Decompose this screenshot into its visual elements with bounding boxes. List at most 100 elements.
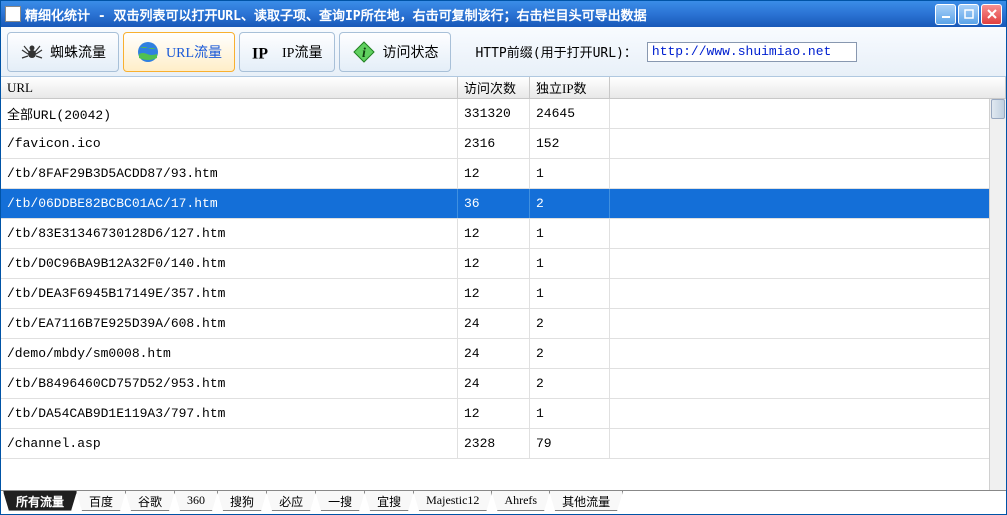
table-row[interactable]: /tb/DEA3F6945B17149E/357.htm121 <box>1 279 1006 309</box>
toolbar-tab-globe[interactable]: URL流量 <box>123 32 235 72</box>
table-row[interactable]: /tb/D0C96BA9B12A32F0/140.htm121 <box>1 249 1006 279</box>
spider-icon <box>20 40 44 64</box>
cell-url: /tb/D0C96BA9B12A32F0/140.htm <box>1 249 458 278</box>
column-header-url[interactable]: URL <box>1 77 458 98</box>
cell-ips: 1 <box>530 249 610 278</box>
cell-ips: 2 <box>530 369 610 398</box>
source-tab[interactable]: 必应 <box>266 491 316 511</box>
cell-visits: 36 <box>458 189 530 218</box>
source-tab[interactable]: 谷歌 <box>125 491 175 511</box>
cell-ips: 1 <box>530 399 610 428</box>
table-row[interactable]: /tb/DA54CAB9D1E119A3/797.htm121 <box>1 399 1006 429</box>
tab-label: IP流量 <box>282 42 322 62</box>
table-body[interactable]: 全部URL(20042)33132024645/favicon.ico23161… <box>1 99 1006 490</box>
table-row[interactable]: /channel.asp232879 <box>1 429 1006 459</box>
toolbar-tab-info[interactable]: i 访问状态 <box>339 32 451 72</box>
cell-ips: 24645 <box>530 99 610 128</box>
cell-visits: 24 <box>458 339 530 368</box>
window-title: 精细化统计 - 双击列表可以打开URL、读取子项、查询IP所在地，右击可复制该行… <box>25 5 935 24</box>
cell-rest <box>610 309 1006 338</box>
column-header-ips[interactable]: 独立IP数 <box>530 77 610 98</box>
cell-rest <box>610 189 1006 218</box>
tab-label: 访问状态 <box>382 42 438 62</box>
cell-rest <box>610 219 1006 248</box>
cell-rest <box>610 279 1006 308</box>
cell-ips: 1 <box>530 219 610 248</box>
cell-rest <box>610 369 1006 398</box>
cell-ips: 1 <box>530 279 610 308</box>
cell-ips: 2 <box>530 339 610 368</box>
tab-label: 蜘蛛流量 <box>50 42 106 62</box>
maximize-button[interactable] <box>958 4 979 25</box>
cell-url: /tb/DEA3F6945B17149E/357.htm <box>1 279 458 308</box>
vertical-scrollbar[interactable] <box>989 99 1006 490</box>
toolbar-tab-spider[interactable]: 蜘蛛流量 <box>7 32 119 72</box>
cell-url: /demo/mbdy/sm0008.htm <box>1 339 458 368</box>
source-tabs: 所有流量百度谷歌360搜狗必应一搜宜搜Majestic12Ahrefs其他流量 <box>1 490 1006 514</box>
svg-text:i: i <box>363 46 367 61</box>
app-window: 精细化统计 - 双击列表可以打开URL、读取子项、查询IP所在地，右击可复制该行… <box>0 0 1007 515</box>
ip-icon: IP <box>252 40 276 64</box>
cell-visits: 24 <box>458 309 530 338</box>
app-icon <box>5 6 21 22</box>
cell-url: /tb/DA54CAB9D1E119A3/797.htm <box>1 399 458 428</box>
table-row[interactable]: /tb/EA7116B7E925D39A/608.htm242 <box>1 309 1006 339</box>
toolbar: 蜘蛛流量 URL流量 IP IP流量 i 访问状态 HTTP前缀(用于打开URL)： <box>1 27 1006 77</box>
cell-ips: 2 <box>530 189 610 218</box>
cell-rest <box>610 159 1006 188</box>
http-prefix-label: HTTP前缀(用于打开URL)： <box>475 42 636 61</box>
cell-rest <box>610 129 1006 158</box>
info-icon: i <box>352 40 376 64</box>
toolbar-tab-ip[interactable]: IP IP流量 <box>239 32 335 72</box>
cell-visits: 2328 <box>458 429 530 458</box>
source-tab[interactable]: 百度 <box>76 491 126 511</box>
source-tab[interactable]: 所有流量 <box>3 491 77 511</box>
table-row[interactable]: /tb/B8496460CD757D52/953.htm242 <box>1 369 1006 399</box>
svg-text:IP: IP <box>252 45 268 62</box>
source-tab[interactable]: 360 <box>174 491 218 511</box>
cell-ips: 2 <box>530 309 610 338</box>
minimize-button[interactable] <box>935 4 956 25</box>
globe-icon <box>136 40 160 64</box>
cell-rest <box>610 99 1006 128</box>
cell-ips: 1 <box>530 159 610 188</box>
source-tab[interactable]: 一搜 <box>315 491 365 511</box>
cell-visits: 24 <box>458 369 530 398</box>
table-row[interactable]: /demo/mbdy/sm0008.htm242 <box>1 339 1006 369</box>
close-button[interactable] <box>981 4 1002 25</box>
table-row[interactable]: /favicon.ico2316152 <box>1 129 1006 159</box>
source-tab[interactable]: 宜搜 <box>364 491 414 511</box>
cell-url: /tb/06DDBE82BCBC01AC/17.htm <box>1 189 458 218</box>
cell-visits: 12 <box>458 159 530 188</box>
cell-ips: 152 <box>530 129 610 158</box>
cell-url: /favicon.ico <box>1 129 458 158</box>
table-row[interactable]: /tb/06DDBE82BCBC01AC/17.htm362 <box>1 189 1006 219</box>
source-tab[interactable]: Majestic12 <box>413 491 492 511</box>
table-header[interactable]: URL 访问次数 独立IP数 <box>1 77 1006 99</box>
cell-visits: 12 <box>458 249 530 278</box>
cell-url: 全部URL(20042) <box>1 99 458 128</box>
cell-visits: 12 <box>458 219 530 248</box>
source-tab[interactable]: Ahrefs <box>491 491 550 511</box>
table-row[interactable]: /tb/8FAF29B3D5ACDD87/93.htm121 <box>1 159 1006 189</box>
cell-visits: 12 <box>458 399 530 428</box>
tab-label: URL流量 <box>166 42 222 62</box>
table-row[interactable]: 全部URL(20042)33132024645 <box>1 99 1006 129</box>
table-area: URL 访问次数 独立IP数 全部URL(20042)33132024645/f… <box>1 77 1006 490</box>
cell-url: /channel.asp <box>1 429 458 458</box>
cell-visits: 12 <box>458 279 530 308</box>
cell-visits: 2316 <box>458 129 530 158</box>
scrollbar-thumb[interactable] <box>991 99 1005 119</box>
cell-visits: 331320 <box>458 99 530 128</box>
titlebar[interactable]: 精细化统计 - 双击列表可以打开URL、读取子项、查询IP所在地，右击可复制该行… <box>1 1 1006 27</box>
cell-ips: 79 <box>530 429 610 458</box>
table-row[interactable]: /tb/83E31346730128D6/127.htm121 <box>1 219 1006 249</box>
cell-rest <box>610 249 1006 278</box>
window-controls <box>935 4 1006 25</box>
source-tab[interactable]: 搜狗 <box>217 491 267 511</box>
source-tab[interactable]: 其他流量 <box>549 491 623 511</box>
cell-url: /tb/83E31346730128D6/127.htm <box>1 219 458 248</box>
http-prefix-input[interactable] <box>647 42 857 62</box>
cell-rest <box>610 399 1006 428</box>
column-header-visits[interactable]: 访问次数 <box>458 77 530 98</box>
